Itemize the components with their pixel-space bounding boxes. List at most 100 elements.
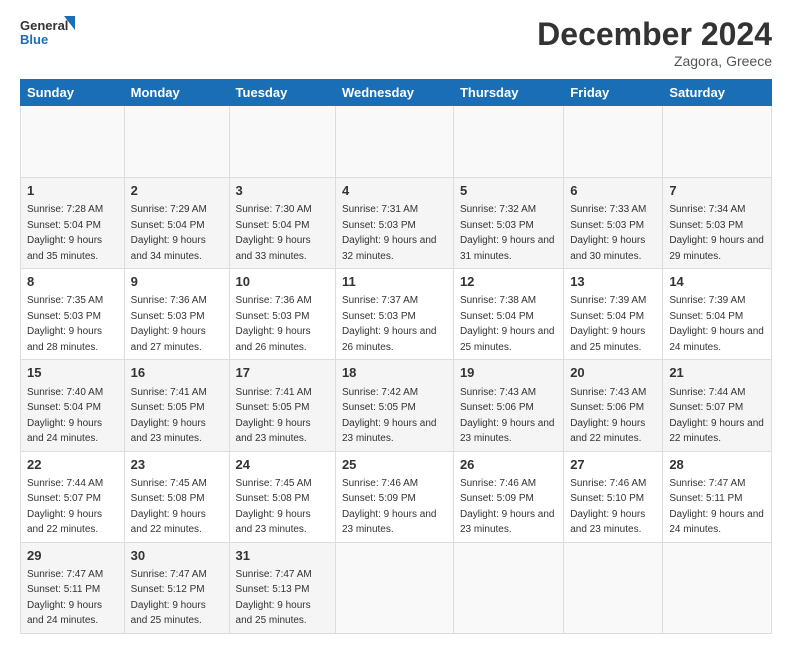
table-row: 29 Sunrise: 7:47 AMSunset: 5:11 PMDayligh… (21, 542, 125, 633)
table-row: 18 Sunrise: 7:42 AMSunset: 5:05 PMDayligh… (335, 360, 453, 451)
day-number: 24 (236, 456, 329, 474)
table-row (335, 542, 453, 633)
day-number: 26 (460, 456, 557, 474)
table-row: 19Sunrise: 7:43 AMSunset: 5:06 PMDayligh… (453, 360, 563, 451)
cell-info: Sunrise: 7:46 AMSunset: 5:10 PMDaylight:… (570, 478, 646, 536)
svg-text:Blue: Blue (20, 32, 48, 47)
table-row (564, 106, 663, 178)
table-row (124, 106, 229, 178)
cell-info: Sunrise: 7:47 AMSunset: 5:13 PMDaylight:… (236, 569, 312, 627)
table-row: 7 Sunrise: 7:34 AMSunset: 5:03 PMDaylight… (663, 178, 772, 269)
logo-icon: General Blue (20, 16, 75, 50)
calendar-week-2: 8Sunrise: 7:35 AMSunset: 5:03 PMDaylight… (21, 269, 772, 360)
cell-info: Sunrise: 7:33 AMSunset: 5:03 PMDaylight:… (570, 204, 646, 262)
header-row: Sunday Monday Tuesday Wednesday Thursday… (21, 80, 772, 106)
cell-info: Sunrise: 7:47 AMSunset: 5:11 PMDaylight:… (27, 569, 103, 627)
table-row (564, 542, 663, 633)
cell-info: Sunrise: 7:41 AMSunset: 5:05 PMDaylight:… (236, 387, 312, 445)
day-number: 29 (27, 547, 118, 565)
table-row: 17 Sunrise: 7:41 AMSunset: 5:05 PMDayligh… (229, 360, 335, 451)
calendar-week-5: 29 Sunrise: 7:47 AMSunset: 5:11 PMDayligh… (21, 542, 772, 633)
table-row: 23Sunrise: 7:45 AMSunset: 5:08 PMDayligh… (124, 451, 229, 542)
table-row: 6 Sunrise: 7:33 AMSunset: 5:03 PMDaylight… (564, 178, 663, 269)
cell-info: Sunrise: 7:38 AMSunset: 5:04 PMDaylight:… (460, 295, 555, 353)
cell-info: Sunrise: 7:44 AMSunset: 5:07 PMDaylight:… (27, 478, 103, 536)
cell-info: Sunrise: 7:39 AMSunset: 5:04 PMDaylight:… (570, 295, 646, 353)
table-row: 15Sunrise: 7:40 AMSunset: 5:04 PMDayligh… (21, 360, 125, 451)
table-row (663, 106, 772, 178)
cell-info: Sunrise: 7:44 AMSunset: 5:07 PMDaylight:… (669, 387, 764, 445)
cell-info: Sunrise: 7:30 AMSunset: 5:04 PMDaylight:… (236, 204, 312, 262)
table-row (453, 542, 563, 633)
table-row: 25Sunrise: 7:46 AMSunset: 5:09 PMDayligh… (335, 451, 453, 542)
cell-info: Sunrise: 7:43 AMSunset: 5:06 PMDaylight:… (460, 387, 555, 445)
table-row (335, 106, 453, 178)
day-number: 7 (669, 182, 765, 200)
cell-info: Sunrise: 7:41 AMSunset: 5:05 PMDaylight:… (131, 387, 207, 445)
table-row: 13 Sunrise: 7:39 AMSunset: 5:04 PMDayligh… (564, 269, 663, 360)
cell-info: Sunrise: 7:31 AMSunset: 5:03 PMDaylight:… (342, 204, 437, 262)
cell-info: Sunrise: 7:43 AMSunset: 5:06 PMDaylight:… (570, 387, 646, 445)
table-row: 3Sunrise: 7:30 AMSunset: 5:04 PMDaylight… (229, 178, 335, 269)
table-row: 30 Sunrise: 7:47 AMSunset: 5:12 PMDayligh… (124, 542, 229, 633)
table-row: 14Sunrise: 7:39 AMSunset: 5:04 PMDayligh… (663, 269, 772, 360)
calendar-week-4: 22 Sunrise: 7:44 AMSunset: 5:07 PMDayligh… (21, 451, 772, 542)
day-number: 31 (236, 547, 329, 565)
day-number: 5 (460, 182, 557, 200)
cell-info: Sunrise: 7:45 AMSunset: 5:08 PMDaylight:… (236, 478, 312, 536)
col-thursday: Thursday (453, 80, 563, 106)
cell-info: Sunrise: 7:36 AMSunset: 5:03 PMDaylight:… (131, 295, 207, 353)
day-number: 22 (27, 456, 118, 474)
table-row: 2Sunrise: 7:29 AMSunset: 5:04 PMDaylight… (124, 178, 229, 269)
subtitle: Zagora, Greece (537, 53, 772, 69)
table-row: 1Sunrise: 7:28 AMSunset: 5:04 PMDaylight… (21, 178, 125, 269)
col-friday: Friday (564, 80, 663, 106)
day-number: 28 (669, 456, 765, 474)
cell-info: Sunrise: 7:42 AMSunset: 5:05 PMDaylight:… (342, 387, 437, 445)
table-row: 11 Sunrise: 7:37 AMSunset: 5:03 PMDayligh… (335, 269, 453, 360)
day-number: 27 (570, 456, 656, 474)
svg-text:General: General (20, 18, 68, 33)
table-row (453, 106, 563, 178)
day-number: 13 (570, 273, 656, 291)
calendar-week-0 (21, 106, 772, 178)
main-title: December 2024 (537, 16, 772, 53)
page-container: General Blue December 2024 Zagora, Greec… (0, 0, 792, 646)
cell-info: Sunrise: 7:47 AMSunset: 5:11 PMDaylight:… (669, 478, 764, 536)
logo: General Blue (20, 16, 79, 50)
table-row: 22 Sunrise: 7:44 AMSunset: 5:07 PMDayligh… (21, 451, 125, 542)
table-row: 20Sunrise: 7:43 AMSunset: 5:06 PMDayligh… (564, 360, 663, 451)
day-number: 17 (236, 364, 329, 382)
table-row: 10 Sunrise: 7:36 AMSunset: 5:03 PMDayligh… (229, 269, 335, 360)
day-number: 16 (131, 364, 223, 382)
day-number: 2 (131, 182, 223, 200)
day-number: 30 (131, 547, 223, 565)
cell-info: Sunrise: 7:34 AMSunset: 5:03 PMDaylight:… (669, 204, 764, 262)
cell-info: Sunrise: 7:37 AMSunset: 5:03 PMDaylight:… (342, 295, 437, 353)
col-monday: Monday (124, 80, 229, 106)
table-row: 31 Sunrise: 7:47 AMSunset: 5:13 PMDayligh… (229, 542, 335, 633)
day-number: 6 (570, 182, 656, 200)
day-number: 18 (342, 364, 447, 382)
calendar-week-1: 1Sunrise: 7:28 AMSunset: 5:04 PMDaylight… (21, 178, 772, 269)
table-row (21, 106, 125, 178)
calendar-body: 1Sunrise: 7:28 AMSunset: 5:04 PMDaylight… (21, 106, 772, 634)
day-number: 10 (236, 273, 329, 291)
table-row: 28 Sunrise: 7:47 AMSunset: 5:11 PMDayligh… (663, 451, 772, 542)
table-row: 5 Sunrise: 7:32 AMSunset: 5:03 PMDaylight… (453, 178, 563, 269)
cell-info: Sunrise: 7:32 AMSunset: 5:03 PMDaylight:… (460, 204, 555, 262)
cell-info: Sunrise: 7:47 AMSunset: 5:12 PMDaylight:… (131, 569, 207, 627)
header: General Blue December 2024 Zagora, Greec… (20, 16, 772, 69)
day-number: 4 (342, 182, 447, 200)
table-row: 12 Sunrise: 7:38 AMSunset: 5:04 PMDayligh… (453, 269, 563, 360)
cell-info: Sunrise: 7:36 AMSunset: 5:03 PMDaylight:… (236, 295, 312, 353)
table-row (229, 106, 335, 178)
cell-info: Sunrise: 7:39 AMSunset: 5:04 PMDaylight:… (669, 295, 764, 353)
day-number: 1 (27, 182, 118, 200)
day-number: 11 (342, 273, 447, 291)
cell-info: Sunrise: 7:40 AMSunset: 5:04 PMDaylight:… (27, 387, 103, 445)
table-row: 27 Sunrise: 7:46 AMSunset: 5:10 PMDayligh… (564, 451, 663, 542)
day-number: 8 (27, 273, 118, 291)
table-row (663, 542, 772, 633)
day-number: 12 (460, 273, 557, 291)
